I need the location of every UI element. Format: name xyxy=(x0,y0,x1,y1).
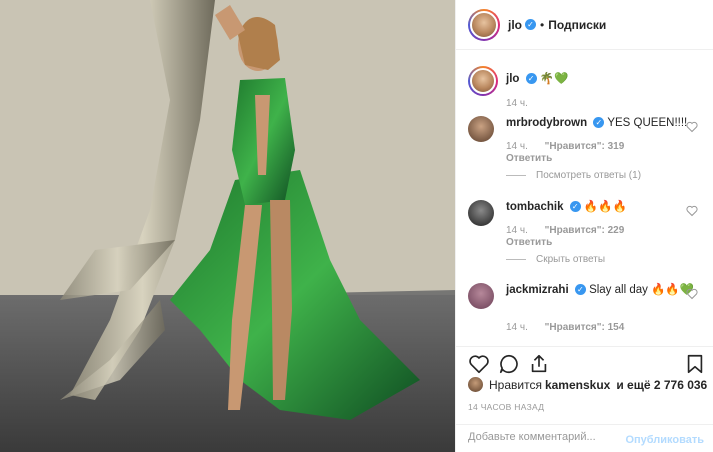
verified-icon: ✓ xyxy=(525,19,536,30)
comment-meta: 14 ч. "Нравится": 229 xyxy=(506,225,624,236)
post-photo[interactable] xyxy=(0,0,455,452)
comment-meta: 14 ч. "Нравится": 154 xyxy=(506,322,624,333)
heart-icon[interactable] xyxy=(468,353,490,375)
commenter-avatar[interactable] xyxy=(468,283,494,309)
caption-emoji: 🌴💚 xyxy=(539,73,569,85)
reply-button[interactable]: Ответить xyxy=(506,237,552,248)
comment-time[interactable]: 14 ч. xyxy=(506,141,528,152)
action-bar xyxy=(456,346,713,376)
separator-dot: • xyxy=(540,17,545,32)
comment-input[interactable] xyxy=(468,431,628,443)
comments-list[interactable]: jlo ✓ 🌴💚 14 ч. mrbrodybrown ✓ YES QUEEN!… xyxy=(456,50,713,346)
verified-icon: ✓ xyxy=(574,284,586,296)
comment-like-icon[interactable] xyxy=(686,121,698,133)
comment-time[interactable]: 14 ч. xyxy=(506,225,528,236)
view-replies-button[interactable]: Посмотреть ответы (1) xyxy=(506,170,641,181)
comment-likes[interactable]: "Нравится": 319 xyxy=(545,141,625,152)
comment-time[interactable]: 14 ч. xyxy=(506,322,528,333)
comment-like-icon[interactable] xyxy=(686,288,698,300)
verified-icon: ✓ xyxy=(569,201,581,213)
comment-text: mrbrodybrown ✓ YES QUEEN!!!! xyxy=(506,116,687,131)
author-avatar[interactable] xyxy=(468,8,500,41)
hide-replies-button[interactable]: Скрыть ответы xyxy=(506,254,605,265)
hide-replies-label: Скрыть ответы xyxy=(536,254,606,265)
verified-icon: ✓ xyxy=(593,117,605,129)
caption-text: jlo ✓ 🌴💚 xyxy=(506,72,568,87)
commenter-avatar[interactable] xyxy=(468,116,494,142)
comment-body: YES QUEEN!!!! xyxy=(607,117,688,129)
reply-button[interactable]: Ответить xyxy=(506,153,552,164)
commenter-username[interactable]: tombachik xyxy=(506,201,564,213)
comment-like-icon[interactable] xyxy=(686,205,698,217)
commenter-username[interactable]: jackmizrahi xyxy=(506,284,569,296)
commenter-username[interactable]: mrbrodybrown xyxy=(506,117,587,129)
caption-username[interactable]: jlo xyxy=(506,73,519,85)
post-header: jlo ✓ • Подписки xyxy=(456,0,713,50)
time-label[interactable]: 14 ч. xyxy=(506,98,528,109)
avatar xyxy=(470,68,496,94)
caption-time: 14 ч. xyxy=(506,98,542,109)
share-icon[interactable] xyxy=(528,353,550,375)
liker-avatar[interactable] xyxy=(468,377,483,392)
comment-text: tombachik ✓ 🔥🔥🔥 xyxy=(506,200,627,215)
liker-username[interactable]: kamenskux xyxy=(545,378,610,392)
add-comment-bar: Опубликовать xyxy=(456,424,713,452)
likes-count[interactable]: и ещё 2 776 036 xyxy=(616,378,707,392)
author-username[interactable]: jlo xyxy=(508,18,522,32)
caption-avatar[interactable] xyxy=(468,66,498,96)
view-replies-label: Посмотреть ответы (1) xyxy=(536,170,642,181)
comment-likes[interactable]: "Нравится": 229 xyxy=(545,225,625,236)
avatar xyxy=(470,10,498,39)
post-panel: jlo ✓ • Подписки jlo ✓ 🌴💚 14 ч. mrbrodyb… xyxy=(455,0,713,452)
verified-icon: ✓ xyxy=(525,73,537,85)
comment-meta: 14 ч. "Нравится": 319 xyxy=(506,141,624,152)
publish-button[interactable]: Опубликовать xyxy=(625,434,704,446)
comment-body: Slay all day 🔥🔥💚 xyxy=(589,284,695,296)
likes-line: Нравится kamenskux и ещё 2 776 036 xyxy=(468,377,710,392)
following-button[interactable]: Подписки xyxy=(548,18,606,32)
comment-text: jackmizrahi ✓ Slay all day 🔥🔥💚 xyxy=(506,283,696,298)
post-timestamp[interactable]: 14 ЧАСОВ НАЗАД xyxy=(468,402,544,412)
comment-body: 🔥🔥🔥 xyxy=(583,201,627,213)
comment-icon[interactable] xyxy=(498,353,520,375)
likes-prefix: Нравится xyxy=(489,377,542,392)
comment-likes[interactable]: "Нравится": 154 xyxy=(545,322,625,333)
bookmark-icon[interactable] xyxy=(684,353,706,375)
photo-illustration xyxy=(0,0,455,452)
commenter-avatar[interactable] xyxy=(468,200,494,226)
